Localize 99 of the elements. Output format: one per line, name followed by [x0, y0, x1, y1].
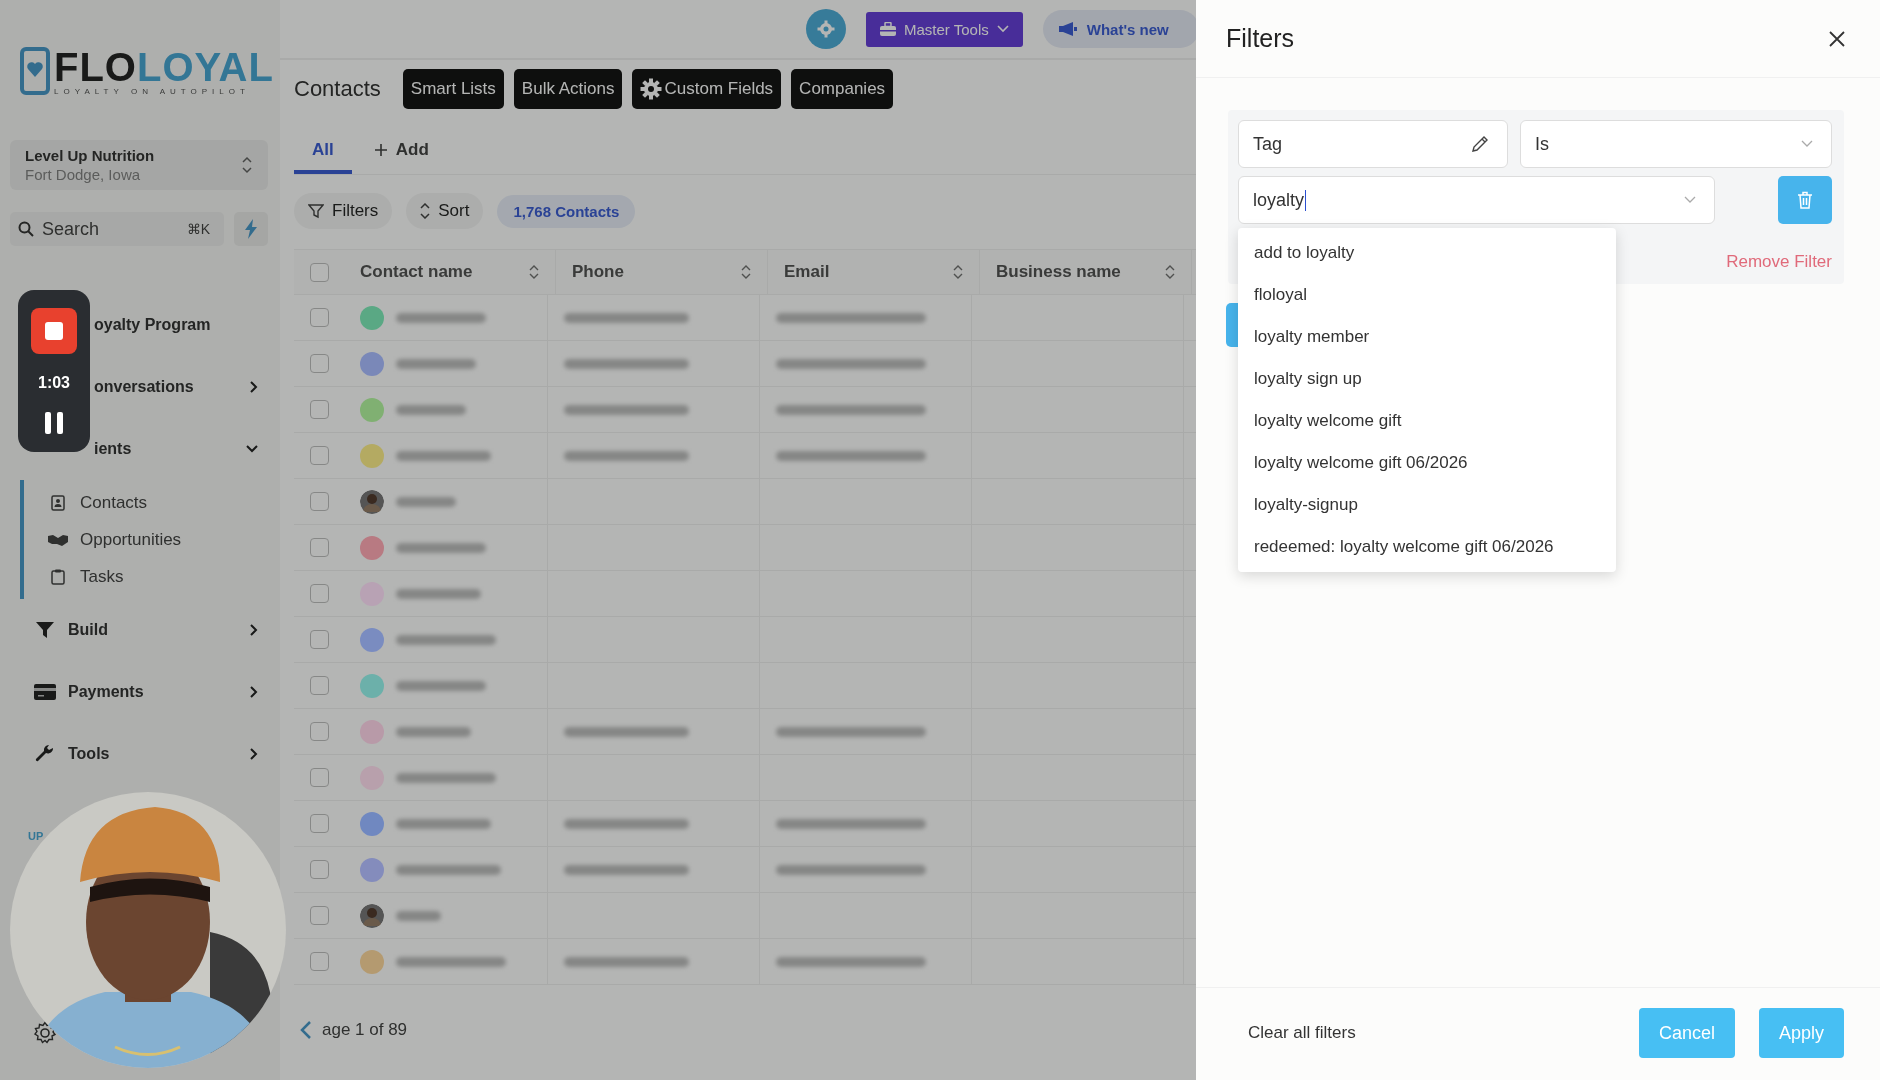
nav-item[interactable]: onversations	[94, 356, 268, 418]
sort-button[interactable]: Sort	[406, 193, 484, 229]
dropdown-option[interactable]: loyalty welcome gift	[1238, 400, 1616, 442]
close-icon[interactable]	[1828, 29, 1846, 48]
pencil-icon	[1471, 135, 1489, 153]
panel-title: Filters	[1226, 24, 1295, 53]
master-tools-button[interactable]: Master Tools	[866, 11, 1023, 47]
stop-icon	[45, 322, 63, 340]
nav-item[interactable]: Tools	[10, 723, 268, 785]
blurred-text	[396, 496, 456, 507]
up-down-icon	[242, 156, 252, 174]
logo-wordmark: FLOLOYAL	[54, 46, 274, 87]
checkbox[interactable]	[309, 768, 329, 787]
value-field[interactable]: loyalty	[1238, 176, 1715, 224]
gear-icon	[640, 78, 663, 100]
filters-button[interactable]: Filters	[294, 193, 393, 229]
checkbox[interactable]	[309, 584, 329, 603]
checkbox[interactable]	[309, 262, 329, 282]
tab[interactable]: Add	[355, 130, 447, 174]
settings-icon	[817, 20, 835, 38]
clear-filters-link[interactable]: Clear all filters	[1248, 1023, 1356, 1043]
quick-action-button[interactable]	[234, 212, 268, 246]
location-switcher[interactable]: Level Up Nutrition Fort Dodge, Iowa	[10, 140, 268, 190]
dropdown-option[interactable]: floloyal	[1238, 274, 1616, 316]
checkbox[interactable]	[309, 308, 329, 327]
card-icon	[34, 683, 56, 701]
dropdown-option[interactable]: loyalty member	[1238, 316, 1616, 358]
dropdown-option[interactable]: loyalty welcome gift 06/2026	[1238, 442, 1616, 484]
up-down-icon	[420, 203, 431, 219]
checkbox[interactable]	[309, 630, 329, 649]
nav-item[interactable]: oyalty Program	[94, 294, 268, 356]
contacts-count: 1,768 Contacts	[497, 194, 636, 228]
settings-button[interactable]	[806, 9, 846, 49]
blurred-text	[396, 404, 466, 415]
blurred-text	[396, 910, 441, 921]
nav-subitem[interactable]: Opportunities	[24, 521, 268, 558]
nav-item[interactable]: Build	[10, 599, 268, 661]
search-icon	[18, 221, 34, 237]
dropdown-option[interactable]: loyalty-signup	[1238, 484, 1616, 526]
upgrade-label: UP	[28, 830, 44, 842]
toolbox-icon	[880, 22, 896, 36]
sort-icon	[953, 265, 963, 279]
checkbox[interactable]	[309, 952, 329, 971]
nav-item[interactable]: Payments	[10, 661, 268, 723]
checkbox[interactable]	[309, 538, 329, 557]
chevron-down-icon	[1801, 140, 1813, 148]
checkbox[interactable]	[309, 814, 329, 833]
lightning-icon	[244, 219, 258, 239]
sort-icon	[1165, 265, 1175, 279]
operator-select[interactable]: Is	[1520, 120, 1832, 168]
checkbox[interactable]	[309, 860, 329, 879]
column-header[interactable]: Email	[768, 250, 980, 294]
column-header[interactable]: Business name	[980, 250, 1192, 294]
megaphone-icon	[1058, 22, 1077, 36]
nav-button[interactable]: Custom Fields	[632, 69, 782, 109]
funnel-icon	[34, 620, 56, 640]
stop-button[interactable]	[31, 308, 77, 354]
contact-card-icon	[48, 494, 68, 511]
column-header[interactable]: Phone	[556, 250, 768, 294]
column-header[interactable]: Contact name	[344, 250, 556, 294]
tab[interactable]: All	[294, 130, 352, 174]
page-title: Contacts	[294, 76, 381, 102]
recording-time: 1:03	[38, 374, 70, 392]
chevron-down-icon	[1684, 196, 1696, 204]
nav-button[interactable]: Bulk Actions	[513, 69, 623, 109]
chevron-left-icon[interactable]	[300, 1021, 312, 1039]
pause-icon[interactable]	[45, 412, 63, 434]
nav-button[interactable]: Companies	[791, 69, 894, 109]
delete-button[interactable]	[1778, 176, 1832, 224]
checkbox[interactable]	[309, 722, 329, 741]
checkbox[interactable]	[309, 446, 329, 465]
sort-icon	[741, 265, 751, 279]
dropdown-option[interactable]: loyalty sign up	[1238, 358, 1616, 400]
dropdown-option[interactable]: add to loyalty	[1238, 232, 1616, 274]
page-indicator: age 1 of 89	[322, 1020, 408, 1040]
wrench-icon	[34, 744, 56, 764]
trash-icon	[1797, 191, 1813, 209]
nav-item[interactable]: ients	[94, 418, 268, 480]
checkbox[interactable]	[309, 676, 329, 695]
sort-icon	[529, 265, 539, 279]
chevron-down-icon	[996, 25, 1009, 33]
dropdown-option[interactable]: redeemed: loyalty welcome gift 06/2026	[1238, 526, 1616, 568]
location-name: Level Up Nutrition	[25, 147, 155, 164]
shortcut-hint: ⌘K	[186, 221, 210, 237]
clipboard-icon	[48, 568, 68, 585]
logo-tagline: LOYALTY ON AUTOPILOT	[54, 86, 251, 96]
nav-subitem[interactable]: Contacts	[24, 484, 268, 521]
whats-new-button[interactable]: What's new	[1042, 10, 1199, 48]
checkbox[interactable]	[309, 400, 329, 419]
settings-icon[interactable]	[33, 1021, 57, 1045]
checkbox[interactable]	[309, 354, 329, 373]
checkbox[interactable]	[309, 906, 329, 925]
filter-icon	[308, 203, 324, 219]
checkbox[interactable]	[309, 492, 329, 511]
field-select[interactable]: Tag	[1238, 120, 1508, 168]
location-address: Fort Dodge, Iowa	[25, 166, 142, 183]
nav-button[interactable]: Smart Lists	[402, 69, 504, 109]
nav-subitem[interactable]: Tasks	[24, 558, 268, 595]
plus-icon	[373, 143, 388, 157]
